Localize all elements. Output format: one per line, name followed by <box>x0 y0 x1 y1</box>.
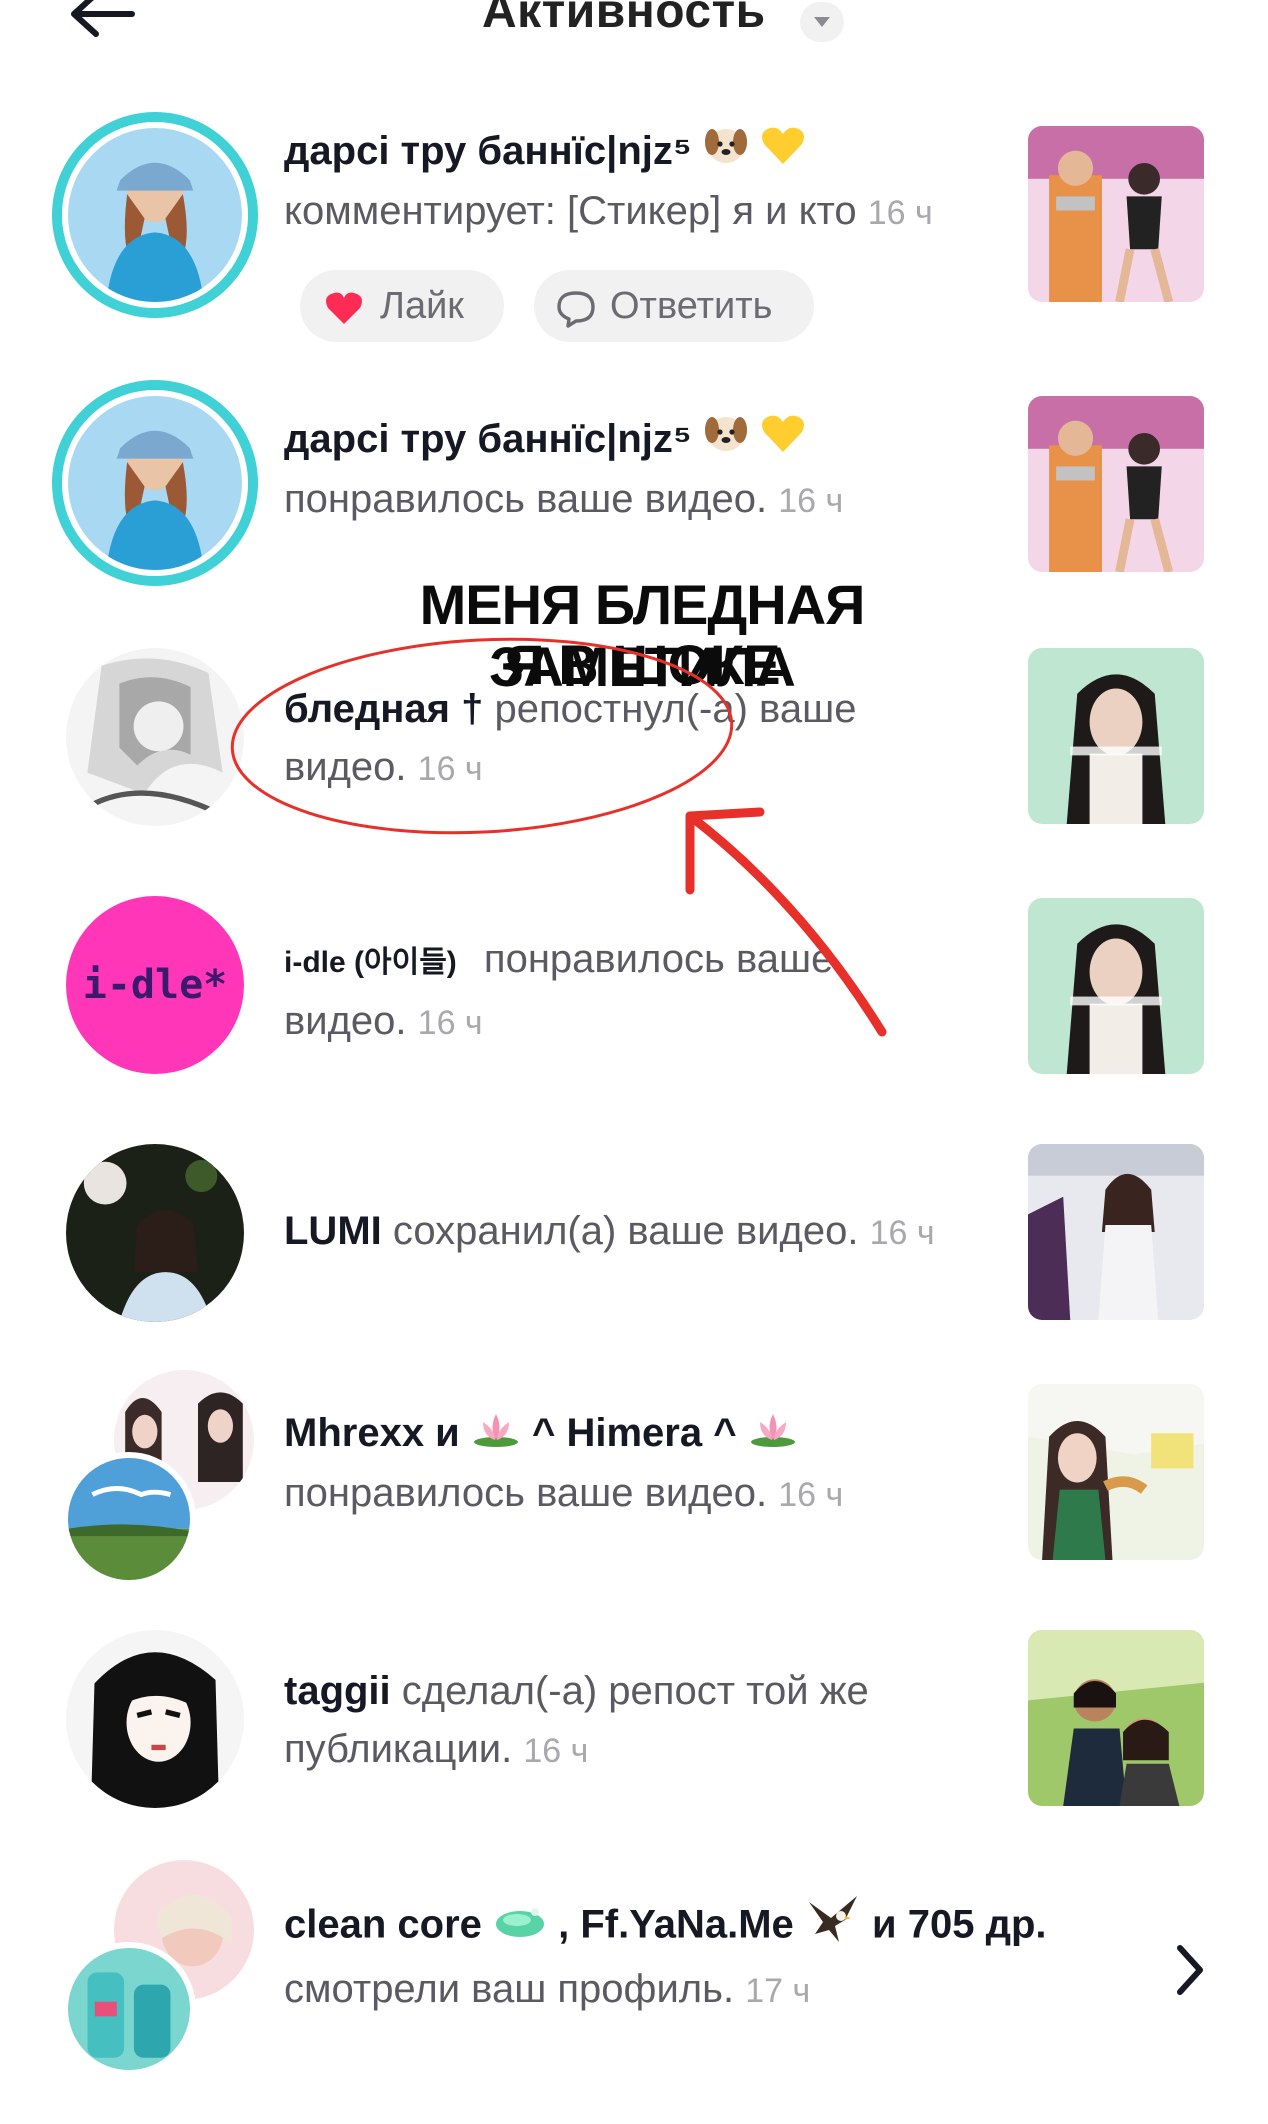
activity-action-cont: видео. <box>284 999 407 1043</box>
activity-time: 16 ч <box>523 1732 589 1770</box>
reply-button[interactable]: Ответить <box>534 270 814 342</box>
video-thumbnail[interactable] <box>1028 648 1204 824</box>
activity-row[interactable]: taggii сделал(-а) репост той же публикац… <box>0 1620 1268 1830</box>
like-button[interactable]: Лайк <box>300 270 504 342</box>
thumbnail-image <box>1028 648 1204 824</box>
activity-action-cont: видео. <box>284 745 407 789</box>
avatar[interactable] <box>68 396 242 570</box>
activity-text: Mhrexx и ^ Himera ^ понравилось ваше вид… <box>284 1404 1004 1524</box>
lotus-emoji <box>471 1406 521 1464</box>
video-thumbnail[interactable] <box>1028 126 1204 302</box>
username[interactable]: ^ Himera ^ <box>532 1411 737 1455</box>
activity-row[interactable]: clean core , Ff.YaNa.Me и 705 др. смотре… <box>0 1860 1268 2090</box>
activity-action: сделал(-а) репост той же <box>401 1669 869 1713</box>
thumbnail-image <box>1028 898 1204 1074</box>
arrow-left-icon <box>71 0 135 37</box>
back-button[interactable] <box>62 0 142 52</box>
avatar-photo <box>68 128 242 302</box>
username[interactable]: Mhrexx и <box>284 1411 460 1455</box>
username[interactable]: дарсі тру баннїс|njz⁵ <box>284 129 692 173</box>
username[interactable]: , Ff.YaNa.Me <box>558 1903 794 1947</box>
activity-text: clean core , Ff.YaNa.Me и 705 др. смотре… <box>284 1894 1104 2020</box>
avatar[interactable] <box>66 1144 244 1322</box>
soap-emoji <box>493 1898 547 1956</box>
thumbnail-image <box>1028 126 1204 302</box>
activity-text: дарсі тру баннїс|njz⁵ понравилось ваше в… <box>284 410 1004 530</box>
video-thumbnail[interactable] <box>1028 1630 1204 1806</box>
activity-row[interactable]: LUMI сохранил(а) ваше видео. 16 ч <box>0 1130 1268 1330</box>
avatar-photo <box>66 1144 244 1322</box>
activity-text: i-dle (아이들) понравилось ваше видео. 16 ч <box>284 930 1004 1052</box>
avatar[interactable] <box>66 1630 244 1808</box>
video-thumbnail[interactable] <box>1028 1144 1204 1320</box>
activity-row[interactable]: i-dle* i-dle (아이들) понравилось ваше виде… <box>0 890 1268 1100</box>
lotus-emoji <box>748 1406 798 1464</box>
avatar-logo-text: i-dle* <box>82 962 228 1008</box>
dog-face-emoji <box>703 412 749 470</box>
avatar[interactable] <box>68 1948 190 2070</box>
activity-text: LUMI сохранил(а) ваше видео. 16 ч <box>284 1202 1004 1262</box>
activity-action: смотрели ваш профиль. <box>284 1967 735 2011</box>
activity-text: taggii сделал(-а) репост той же публикац… <box>284 1662 1004 1780</box>
like-label: Лайк <box>380 285 464 327</box>
page-title: Активность <box>482 0 766 38</box>
thumbnail-image <box>1028 1384 1204 1560</box>
chevron-right-icon[interactable] <box>1168 1940 1212 2000</box>
username[interactable]: и 705 др. <box>872 1903 1047 1947</box>
thumbnail-image <box>1028 1144 1204 1320</box>
activity-action: сохранил(а) ваше видео. <box>392 1209 859 1253</box>
avatar-photo <box>68 1458 190 1580</box>
activity-time: 16 ч <box>778 1476 844 1515</box>
username[interactable]: LUMI <box>284 1209 382 1253</box>
activity-row[interactable]: дарсі тру баннїс|njz⁵ комментирует: [Сти… <box>0 100 1268 350</box>
username[interactable]: дарсі тру баннїс|njz⁵ <box>284 417 692 461</box>
activity-action: понравилось ваше <box>483 937 834 981</box>
thumbnail-image <box>1028 1630 1204 1806</box>
thumbnail-image <box>1028 396 1204 572</box>
reply-label: Ответить <box>610 285 773 327</box>
avatar[interactable] <box>68 128 242 302</box>
activity-time: 16 ч <box>417 750 483 788</box>
activity-action-cont: публикации. <box>284 1727 513 1771</box>
activity-time: 16 ч <box>867 194 933 233</box>
activity-action: комментирует: [Стикер] я и кто <box>284 189 857 234</box>
activity-action: понравилось ваше видео. <box>284 1471 768 1516</box>
activity-text: дарсі тру баннїс|njz⁵ комментирует: [Сти… <box>284 122 1004 242</box>
avatar-photo <box>66 648 244 826</box>
username[interactable]: i-dle (아이들) <box>284 946 457 979</box>
activity-time: 16 ч <box>869 1214 935 1252</box>
avatar-photo <box>66 1630 244 1808</box>
dog-face-emoji <box>703 124 749 182</box>
heart-icon <box>326 292 362 324</box>
activity-time: 16 ч <box>778 482 844 521</box>
yellow-heart-emoji <box>760 412 806 470</box>
overlay-caption-line2: Я В ШОКЕ <box>504 633 780 696</box>
activity-row[interactable]: Mhrexx и ^ Himera ^ понравилось ваше вид… <box>0 1370 1268 1590</box>
username[interactable]: taggii <box>284 1669 391 1713</box>
activity-time: 16 ч <box>417 1004 483 1042</box>
video-thumbnail[interactable] <box>1028 396 1204 572</box>
eagle-emoji <box>805 1894 861 1960</box>
activity-action: понравилось ваше видео. <box>284 477 768 522</box>
speech-bubble-icon <box>557 291 595 328</box>
header: Активность <box>0 0 1268 60</box>
video-thumbnail[interactable] <box>1028 1384 1204 1560</box>
video-thumbnail[interactable] <box>1028 898 1204 1074</box>
avatar[interactable] <box>66 648 244 826</box>
username[interactable]: clean core <box>284 1903 482 1947</box>
caret-down-icon <box>814 17 830 27</box>
activity-filter-dropdown[interactable] <box>800 2 844 42</box>
yellow-heart-emoji <box>760 124 806 182</box>
avatar[interactable] <box>68 1458 190 1580</box>
avatar[interactable]: i-dle* <box>66 896 244 1074</box>
avatar-photo <box>68 396 242 570</box>
avatar-photo <box>68 1948 190 2070</box>
activity-page: Активность дарсі тру баннїс|njz⁵ коммент… <box>0 0 1268 2124</box>
activity-time: 17 ч <box>745 1972 811 2010</box>
